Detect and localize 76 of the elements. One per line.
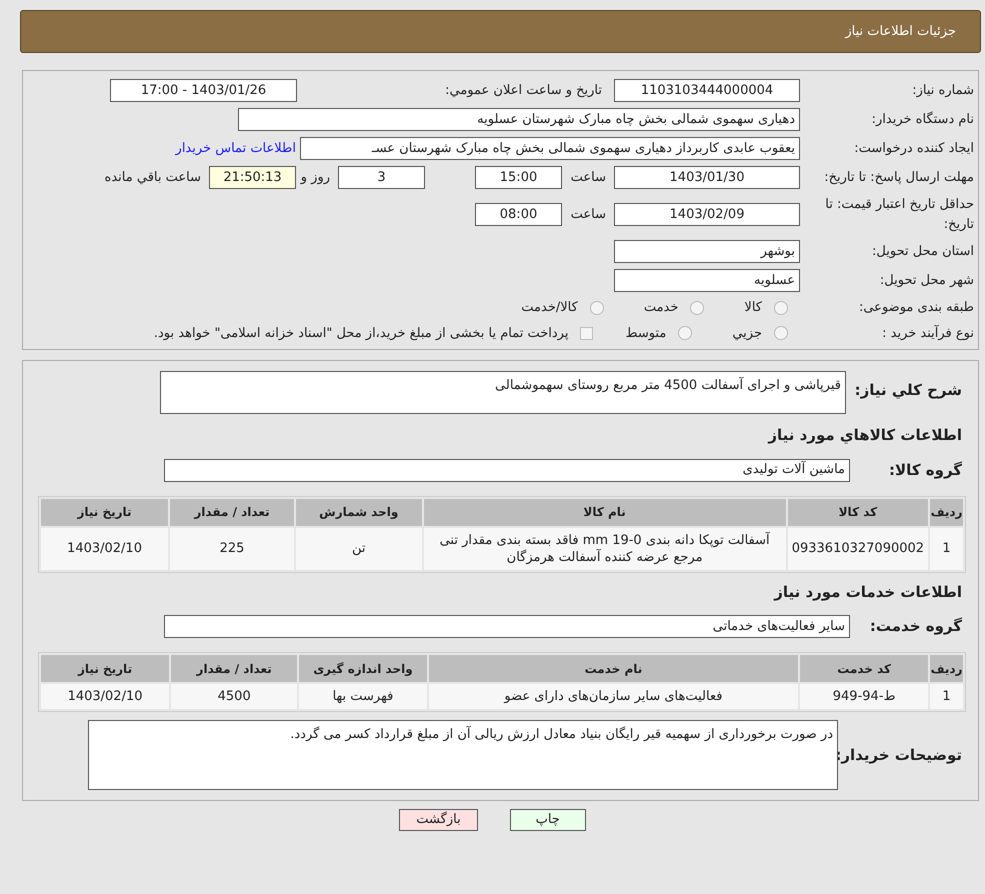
radio-button[interactable]: [774, 300, 788, 315]
field-label: نام دستگاه خریدار:: [870, 110, 975, 129]
field-label: توضیحات خریدار:: [838, 744, 963, 766]
field-label: گروه خدمت:: [868, 616, 963, 638]
column-header: ردیف: [930, 655, 963, 682]
radio-button[interactable]: [678, 326, 692, 340]
radio-button[interactable]: [774, 326, 788, 340]
table-cell: آسفالت توپکا دانه بندی mm 19-0 فاقد بسته بندی مقدار تنی مرجع عرضه کننده آسفالت هرمزگان: [424, 528, 786, 570]
description-box: قیرپاشی و اجرای آسفالت 4500 متر مربع روستای سهموشمالی: [160, 371, 846, 414]
column-header: نام کالا: [424, 498, 786, 526]
section-heading: اطلاعات خدمات مورد نیاز: [772, 582, 963, 603]
column-header: تاریخ نیاز: [41, 498, 168, 526]
print-button[interactable]: چاپ: [510, 809, 586, 831]
input-field: 08:00: [475, 203, 562, 226]
back-button[interactable]: بازگشت: [399, 809, 478, 831]
radio-button[interactable]: [590, 300, 604, 315]
input-field: 3: [338, 166, 425, 189]
input-field: 1403/02/09: [614, 203, 800, 226]
field-label: ایجاد کننده درخواست:: [853, 140, 975, 158]
table-cell: 1403/02/10: [41, 684, 170, 709]
table-cell: فهرست بها: [299, 684, 427, 709]
field-label: روز و: [299, 168, 331, 187]
radio-button[interactable]: [690, 300, 704, 315]
table-cell: 1403/02/10: [41, 528, 168, 570]
field-label: حداقل تاریخ اعتبار قیمت: تا تاریخ:: [824, 196, 975, 234]
input-field: 1403/01/30: [614, 166, 800, 189]
table-cell: 1: [930, 684, 963, 709]
column-header: واحد شمارش: [296, 498, 422, 526]
notes-box: در صورت برخورداری از سهمیه قیر رایگان بنیاد معادل ارزش ریالی آن از مبلغ قرارداد کسر می گردد.: [88, 720, 838, 790]
table-cell: 1: [930, 528, 963, 570]
input-field: سایر فعالیت‌های خدماتی: [164, 615, 850, 638]
input-field: دهیاری سهموی شمالی بخش چاه مبارک شهرستان عسلویه: [238, 108, 800, 131]
input-field: 1103103444000004: [614, 79, 800, 102]
column-header: نام خدمت: [428, 655, 798, 682]
column-header: واحد اندازه گیری: [299, 655, 427, 682]
column-header: تعداد / مقدار: [170, 498, 294, 526]
input-field: یعقوب عابدی کاربرداز دهیاری سهموی شمالی بخش چاه مبارک شهرستان عسـ: [300, 137, 800, 160]
field-label: پرداخت تمام یا بخشی از مبلغ خرید،از محل "اسناد خزانه اسلامی" خواهد بود.: [154, 324, 568, 342]
field-label: خدمت: [644, 299, 678, 317]
field-label: تاریخ و ساعت اعلان عمومي:: [444, 82, 603, 100]
field-label: کالا/خدمت: [521, 299, 578, 317]
column-header: تاریخ نیاز: [41, 655, 170, 682]
field-label: شهر محل تحویل:: [878, 272, 975, 290]
table-cell: 0933610327090002: [788, 528, 928, 570]
field-label: ساعت: [570, 206, 607, 224]
field-label: ساعت: [570, 168, 607, 187]
input-field: بوشهر: [614, 240, 800, 263]
field-label: گروه کالا:: [888, 460, 963, 481]
input-field: 1403/01/26 - 17:00: [110, 79, 297, 102]
page-header: جزئیات اطلاعات نیاز: [20, 10, 981, 53]
field-label: متوسط: [625, 324, 666, 342]
field-label: شرح کلي نیاز:: [854, 380, 963, 401]
table-cell: تن: [296, 528, 422, 570]
contact-link[interactable]: اطلاعات تماس خریدار: [176, 138, 296, 158]
table-cell: 225: [170, 528, 294, 570]
table-cell: ط-94-949: [800, 684, 928, 709]
field-label: طبقه بندی موضوعی:: [858, 299, 975, 317]
checkbox[interactable]: [580, 326, 594, 340]
field-label: شماره نیاز:: [911, 82, 975, 100]
field-label: کالا: [744, 299, 762, 317]
column-header: ردیف: [930, 498, 963, 526]
countdown-field: 21:50:13: [209, 166, 296, 189]
column-header: کد خدمت: [800, 655, 928, 682]
input-field: 15:00: [475, 166, 562, 189]
column-header: کد کالا: [788, 498, 928, 526]
field-label: نوع فرآیند خرید :: [881, 324, 975, 342]
input-field: عسلویه: [614, 269, 800, 292]
table-cell: 4500: [171, 684, 298, 709]
field-label: جزيي: [732, 324, 762, 342]
column-header: تعداد / مقدار: [171, 655, 298, 682]
section-heading: اطلاعات کالاهاي مورد نیاز: [766, 425, 963, 446]
field-label: استان محل تحویل:: [871, 242, 975, 261]
field-label: ساعت باقي مانده: [104, 168, 202, 187]
table-cell: فعالیت‌های سایر سازمان‌های دارای عضو: [428, 684, 798, 709]
field-label: مهلت ارسال پاسخ: تا تاریخ:: [823, 168, 975, 187]
input-field: ماشین آلات تولیدی: [164, 458, 850, 482]
